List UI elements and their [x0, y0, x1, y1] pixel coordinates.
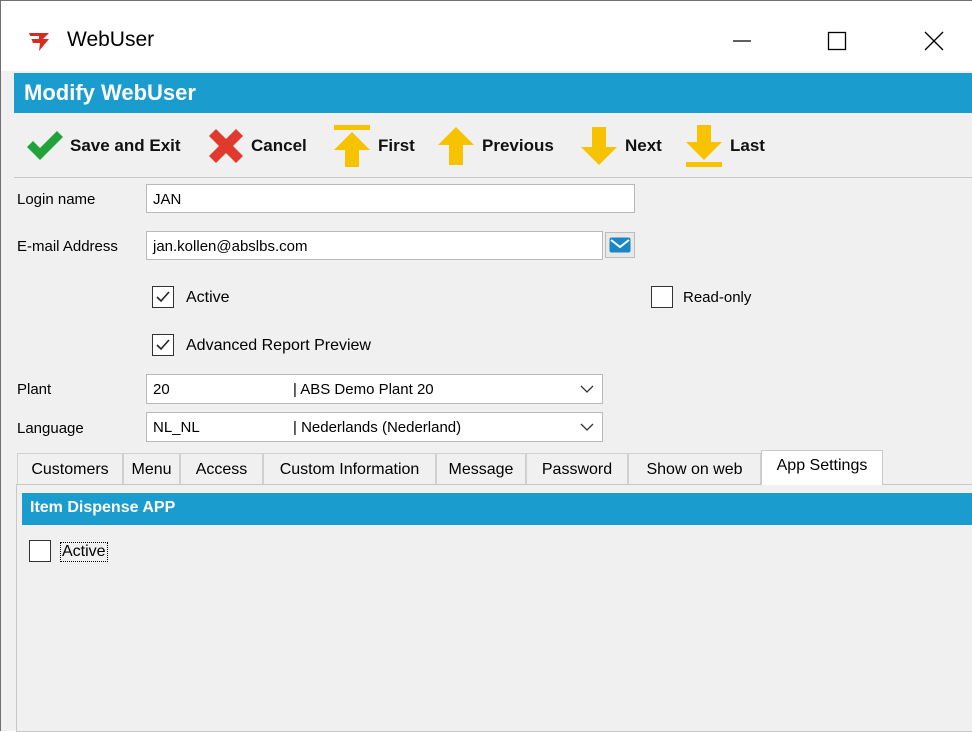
close-icon: [924, 31, 944, 51]
plant-select[interactable]: 20 | ABS Demo Plant 20: [146, 374, 603, 404]
tab-message[interactable]: Message: [436, 453, 526, 484]
minimize-button[interactable]: [717, 19, 767, 63]
active-checkbox[interactable]: [152, 286, 174, 308]
title-bar: WebUser: [1, 1, 972, 71]
page-title: Modify WebUser: [24, 80, 196, 105]
previous-label: Previous: [482, 136, 554, 155]
checkmark-icon: [156, 291, 170, 303]
email-address-value: jan.kollen@abslbs.com: [153, 238, 308, 255]
tab-app-settings[interactable]: App Settings: [761, 450, 883, 485]
tab-customers[interactable]: Customers: [17, 453, 123, 484]
app-settings-panel: Item Dispense APP Active: [16, 484, 972, 732]
close-button[interactable]: [909, 19, 959, 63]
app-active-checkbox[interactable]: [29, 540, 51, 562]
checkmark-icon: [156, 339, 170, 351]
plant-label: Plant: [17, 381, 52, 398]
first-label: First: [378, 136, 415, 155]
app-logo-icon: [27, 31, 51, 53]
maximize-icon: [827, 31, 847, 51]
next-button[interactable]: Next: [579, 115, 662, 177]
read-only-label: Read-only: [683, 289, 752, 306]
tab-password[interactable]: Password: [526, 453, 628, 484]
last-label: Last: [730, 136, 765, 155]
chevron-down-icon: [580, 385, 594, 393]
window-title: WebUser: [67, 28, 155, 51]
language-select[interactable]: NL_NL | Nederlands (Nederland): [146, 412, 603, 442]
active-label: Active: [186, 289, 230, 306]
plant-description: | ABS Demo Plant 20: [293, 381, 434, 398]
item-dispense-app-title: Item Dispense APP: [30, 499, 176, 516]
page-header: Modify WebUser: [14, 73, 972, 113]
language-label: Language: [17, 420, 84, 437]
first-arrow-up-bar-icon: [334, 125, 370, 167]
read-only-checkbox[interactable]: [651, 286, 673, 308]
language-code: NL_NL: [153, 419, 200, 436]
minimize-icon: [733, 40, 751, 42]
email-address-label: E-mail Address: [17, 238, 118, 255]
tab-access[interactable]: Access: [180, 453, 263, 484]
save-and-exit-button[interactable]: Save and Exit: [24, 115, 181, 177]
login-name-value: JAN: [153, 191, 182, 208]
checkmark-icon: [27, 131, 63, 160]
login-name-label: Login name: [17, 191, 96, 208]
language-description: | Nederlands (Nederland): [293, 419, 462, 436]
first-button[interactable]: First: [332, 115, 415, 177]
webuser-window: WebUser Modify WebUser Save and Exit Can…: [0, 0, 972, 732]
advanced-report-preview-checkbox[interactable]: [152, 334, 174, 356]
cancel-label: Cancel: [251, 136, 307, 155]
next-arrow-down-icon: [581, 127, 617, 165]
last-arrow-down-bar-icon: [686, 125, 722, 167]
item-dispense-app-header: Item Dispense APP: [22, 493, 972, 525]
envelope-icon: [609, 237, 631, 253]
chevron-down-icon: [580, 423, 594, 431]
plant-code: 20: [153, 381, 170, 398]
cancel-x-icon: [209, 129, 243, 163]
save-and-exit-label: Save and Exit: [70, 136, 181, 155]
last-button[interactable]: Last: [684, 115, 765, 177]
send-email-button[interactable]: [605, 232, 635, 258]
advanced-report-preview-label: Advanced Report Preview: [186, 337, 371, 354]
toolbar: Save and Exit Cancel First Previous Next…: [14, 115, 972, 178]
tab-menu[interactable]: Menu: [123, 453, 180, 484]
login-name-input[interactable]: JAN: [146, 184, 635, 213]
maximize-button[interactable]: [812, 19, 862, 63]
previous-arrow-up-icon: [438, 127, 474, 165]
email-address-input[interactable]: jan.kollen@abslbs.com: [146, 231, 603, 260]
app-active-label: Active: [60, 542, 108, 562]
previous-button[interactable]: Previous: [436, 115, 554, 177]
tab-custom-information[interactable]: Custom Information: [263, 453, 436, 484]
cancel-button[interactable]: Cancel: [207, 115, 307, 177]
next-label: Next: [625, 136, 662, 155]
tab-show-on-web[interactable]: Show on web: [628, 453, 761, 484]
